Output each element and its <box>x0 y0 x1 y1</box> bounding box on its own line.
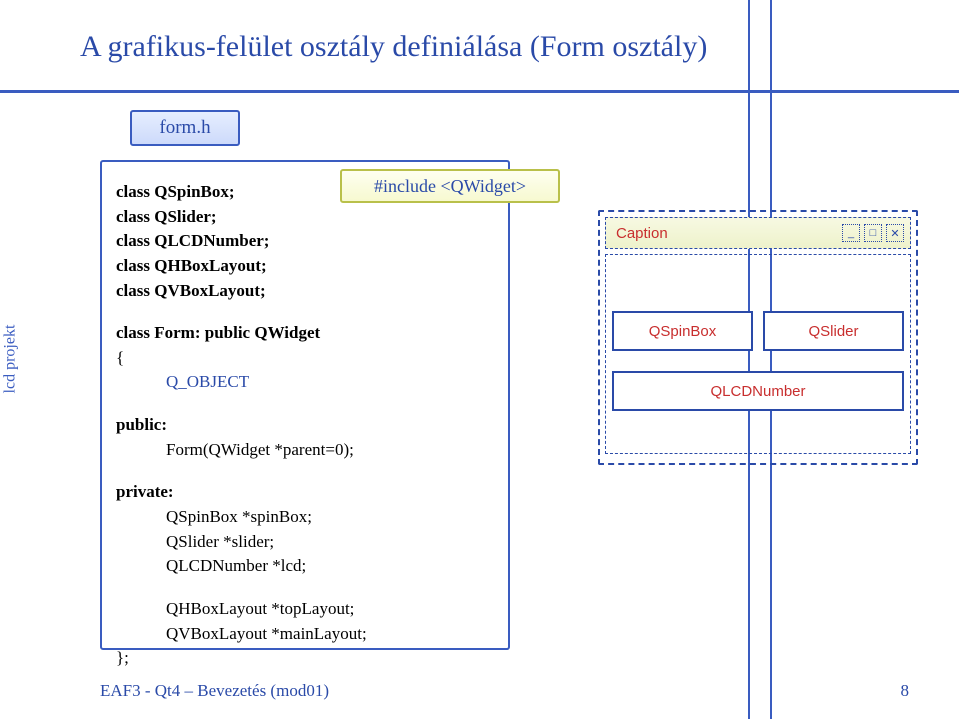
close-icon: ✕ <box>886 224 904 242</box>
include-text: #include <QWidget> <box>374 176 526 197</box>
code-line: class QVBoxLayout; <box>116 281 266 300</box>
client-area: QSpinBox QSlider QLCDNumber <box>605 254 911 454</box>
footer-left: EAF3 - Qt4 – Bevezetés (mod01) <box>100 681 329 701</box>
titlebar: Caption _ □ ✕ <box>605 217 911 249</box>
code-line: QHBoxLayout *topLayout; <box>166 599 354 618</box>
side-label: lcd projekt <box>1 325 19 394</box>
code-line: QVBoxLayout *mainLayout; <box>166 624 367 643</box>
code-line: Form(QWidget *parent=0); <box>166 440 354 459</box>
code-line: }; <box>116 648 129 667</box>
filename-label: form.h <box>130 110 240 146</box>
code-line: class QSlider; <box>116 207 217 226</box>
code-line: QSpinBox *spinBox; <box>166 507 312 526</box>
code-line: QLCDNumber *lcd; <box>166 556 306 575</box>
slider-widget: QSlider <box>763 311 904 351</box>
code-line: QSlider *slider; <box>166 532 274 551</box>
maximize-icon: □ <box>864 224 882 242</box>
code-line: class QLCDNumber; <box>116 231 269 250</box>
window-mockup: Caption _ □ ✕ QSpinBox QSlider QLCDNumbe… <box>598 210 918 465</box>
caption-label: Caption <box>616 225 668 242</box>
include-callout: #include <QWidget> <box>340 169 560 203</box>
code-line: Q_OBJECT <box>166 372 249 391</box>
code-block: class QSpinBox; class QSlider; class QLC… <box>100 160 510 650</box>
code-line: class QHBoxLayout; <box>116 256 267 275</box>
top-divider <box>0 90 959 93</box>
spinbox-widget: QSpinBox <box>612 311 753 351</box>
code-line: private: <box>116 482 174 501</box>
code-line: class QSpinBox; <box>116 182 235 201</box>
slide-title: A grafikus-felület osztály definiálása (… <box>80 30 899 64</box>
code-line: public: <box>116 415 167 434</box>
page-number: 8 <box>901 681 910 701</box>
lcd-widget: QLCDNumber <box>612 371 904 411</box>
code-line: class Form: public QWidget <box>116 323 320 342</box>
code-line: { <box>116 348 124 367</box>
minimize-icon: _ <box>842 224 860 242</box>
